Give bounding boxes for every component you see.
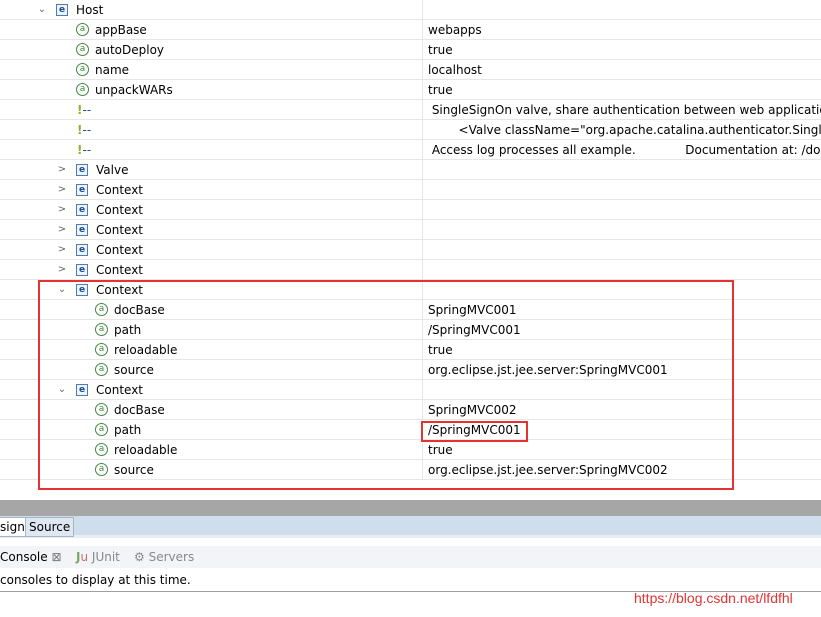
comment-text[interactable]: SingleSignOn valve, share authentication… (428, 102, 821, 118)
element-icon: e (76, 244, 88, 256)
console-output: consoles to display at this time. (0, 568, 821, 592)
tab-source[interactable]: Source (25, 517, 75, 537)
attribute-icon: a (76, 63, 89, 76)
servers-icon: ⚙ (134, 550, 145, 564)
tab-label: sign (0, 520, 25, 534)
comment-icon: !-- (77, 143, 92, 157)
attribute-name: appBase (95, 23, 147, 37)
attribute-name: name (95, 63, 130, 77)
comment-text[interactable]: <Valve className="org.apache.catalina.au… (428, 122, 821, 138)
tab-label: Servers (148, 550, 195, 564)
tab-console[interactable]: Console ⊠ (0, 549, 62, 565)
comment-text[interactable]: Access log processes all example. Docume… (428, 142, 821, 158)
tree-row-element[interactable]: > e Context (0, 200, 821, 220)
tree-row-element[interactable]: > e Context (0, 180, 821, 200)
element-icon: e (76, 224, 88, 236)
attribute-name: autoDeploy (95, 43, 165, 57)
tree-row-attribute[interactable]: a appBase webapps (0, 20, 821, 40)
element-name: Host (76, 3, 104, 17)
tree-row-element[interactable]: > e Context (0, 220, 821, 240)
element-name: Context (96, 203, 144, 217)
element-name: Context (96, 223, 144, 237)
tree-row-attribute[interactable]: a unpackWARs true (0, 80, 821, 100)
tab-label: JUnit (91, 550, 120, 564)
tree-row-element[interactable]: > e Valve (0, 160, 821, 180)
element-name: Context (96, 263, 144, 277)
chevron-right-icon[interactable]: > (56, 183, 68, 197)
splitter[interactable] (0, 500, 821, 516)
chevron-right-icon[interactable]: > (56, 263, 68, 277)
element-icon: e (76, 164, 88, 176)
attribute-icon: a (76, 43, 89, 56)
comment-marker: -- (82, 103, 92, 117)
element-icon: e (76, 184, 88, 196)
chevron-down-icon[interactable]: ⌄ (36, 3, 48, 17)
chevron-right-icon[interactable]: > (56, 223, 68, 237)
editor-tab-bar: sign Source (0, 516, 821, 538)
close-icon[interactable]: ⊠ (51, 550, 61, 564)
highlight-box-contexts (38, 280, 734, 490)
chevron-right-icon[interactable]: > (56, 243, 68, 257)
comment-marker: -- (82, 143, 92, 157)
highlight-box-path (421, 421, 528, 442)
tree-row-comment[interactable]: !-- SingleSignOn valve, share authentica… (0, 100, 821, 120)
junit-icon-u: u (80, 550, 89, 564)
tab-label: Console (0, 550, 48, 564)
attribute-value[interactable]: true (428, 42, 453, 58)
element-name: Context (96, 183, 144, 197)
tab-servers[interactable]: ⚙ Servers (134, 549, 194, 565)
element-name: Valve (96, 163, 129, 177)
chevron-right-icon[interactable]: > (56, 163, 68, 177)
watermark: https://blog.csdn.net/lfdfhl (634, 590, 793, 606)
attribute-icon: a (76, 23, 89, 36)
attribute-value[interactable]: true (428, 82, 453, 98)
element-name: Context (96, 243, 144, 257)
element-icon: e (76, 204, 88, 216)
tree-row-element[interactable]: > e Context (0, 260, 821, 280)
attribute-icon: a (76, 83, 89, 96)
tree-row-attribute[interactable]: a name localhost (0, 60, 821, 80)
tree-row-element[interactable]: ⌄ e Host (0, 0, 821, 20)
attribute-value[interactable]: localhost (428, 62, 482, 78)
tree-row-element[interactable]: > e Context (0, 240, 821, 260)
tree-row-comment[interactable]: !-- <Valve className="org.apache.catalin… (0, 120, 821, 140)
element-icon: e (56, 4, 68, 16)
comment-icon: !-- (77, 123, 92, 137)
attribute-name: unpackWARs (95, 83, 173, 97)
comment-icon: !-- (77, 103, 92, 117)
chevron-right-icon[interactable]: > (56, 203, 68, 217)
tree-row-comment[interactable]: !-- Access log processes all example. Do… (0, 140, 821, 160)
tree-row-attribute[interactable]: a autoDeploy true (0, 40, 821, 60)
tab-junit[interactable]: Ju JUnit (76, 549, 120, 565)
attribute-value[interactable]: webapps (428, 22, 482, 38)
element-icon: e (76, 264, 88, 276)
tab-label: Source (29, 520, 71, 534)
panel-tab-bar: Console ⊠ Ju JUnit ⚙ Servers (0, 546, 821, 568)
comment-marker: -- (82, 123, 92, 137)
console-message: consoles to display at this time. (0, 573, 191, 587)
